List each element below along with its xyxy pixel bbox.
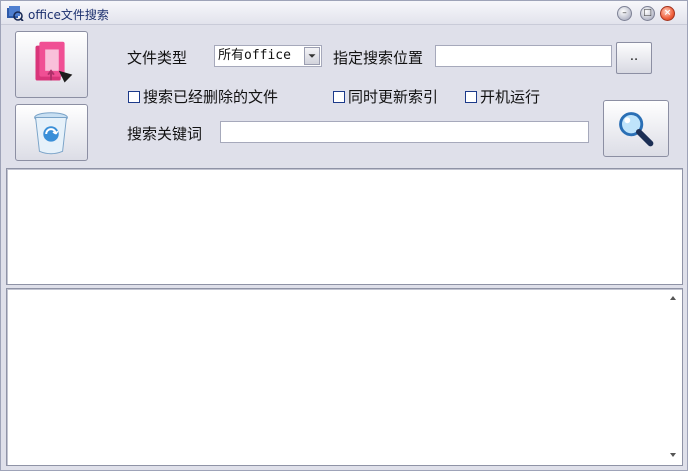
magnifier-icon <box>619 112 654 147</box>
app-logo-icon <box>7 6 24 21</box>
file-type-select[interactable]: 所有office <box>214 45 322 67</box>
app-window: office文件搜索 – □ × 文件类型 所有office 指定搜索位置 ..… <box>0 0 688 471</box>
option-label: 同时更新索引 <box>348 88 439 106</box>
file-type-value: 所有office <box>218 48 291 63</box>
minimize-button[interactable]: – <box>617 6 632 21</box>
option-update-index[interactable]: 同时更新索引 <box>333 86 438 107</box>
search-button[interactable] <box>603 100 669 157</box>
log-textarea[interactable] <box>6 288 683 466</box>
minimize-icon: – <box>622 8 627 18</box>
control-panel: 文件类型 所有office 指定搜索位置 .. 搜索已经删除的文件 同时更新索引… <box>2 26 686 166</box>
title-bar[interactable]: office文件搜索 – □ × <box>1 1 687 25</box>
close-button[interactable]: × <box>660 6 675 21</box>
open-folder-button[interactable] <box>15 31 88 98</box>
chevron-down-icon[interactable] <box>304 47 320 65</box>
browse-button[interactable]: .. <box>616 42 652 74</box>
option-label: 搜索已经删除的文件 <box>143 88 279 106</box>
search-deleted-checkbox[interactable] <box>128 90 140 103</box>
scroll-down-icon[interactable] <box>670 453 676 457</box>
folder-document-icon <box>35 41 73 83</box>
maximize-icon: □ <box>643 8 652 18</box>
search-location-input[interactable] <box>435 45 612 67</box>
maximize-button[interactable]: □ <box>640 6 655 21</box>
recycle-bin-icon <box>34 112 68 155</box>
keyword-input[interactable] <box>220 121 589 143</box>
option-search-deleted[interactable]: 搜索已经删除的文件 <box>128 86 278 107</box>
window-title: office文件搜索 <box>28 8 109 22</box>
option-label: 开机运行 <box>480 88 541 106</box>
results-list[interactable] <box>6 168 683 285</box>
file-type-label: 文件类型 <box>127 49 188 67</box>
keyword-label: 搜索关键词 <box>127 125 203 143</box>
run-at-startup-checkbox[interactable] <box>465 90 477 103</box>
scroll-up-icon[interactable] <box>670 296 676 300</box>
option-run-at-startup[interactable]: 开机运行 <box>465 86 540 107</box>
update-index-checkbox[interactable] <box>333 90 345 103</box>
search-location-label: 指定搜索位置 <box>333 49 424 67</box>
recycle-bin-button[interactable] <box>15 104 88 161</box>
close-icon: × <box>663 8 672 18</box>
